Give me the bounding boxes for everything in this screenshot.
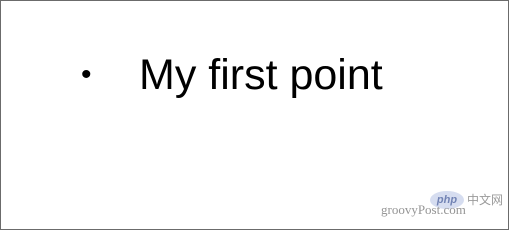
bullet-point-icon: • — [81, 58, 92, 91]
bullet-text[interactable]: My first point — [139, 47, 383, 103]
site-watermark: groovyPost.com — [381, 202, 466, 217]
bullet-list-item[interactable]: • My first point — [81, 47, 383, 103]
slide-canvas: • My first point php 中文网 groovyPost.com — [0, 0, 509, 230]
watermark-cn-text: 中文网 — [467, 193, 504, 207]
